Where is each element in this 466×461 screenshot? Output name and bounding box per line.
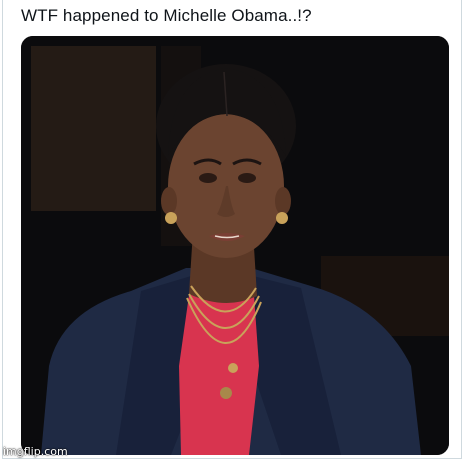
tweet-text: WTF happened to Michelle Obama..!? [21, 6, 312, 25]
eye-left [199, 173, 217, 183]
imgflip-watermark: imgflip.com [3, 445, 68, 458]
ear-left [161, 187, 177, 215]
tweet-photo[interactable] [21, 36, 449, 455]
portrait-illustration [21, 36, 449, 455]
earring-right [276, 212, 288, 224]
eye-right [238, 173, 256, 183]
ear-right [275, 187, 291, 215]
pendant-1 [228, 363, 238, 373]
pendant-2 [220, 387, 232, 399]
tweet-card: WTF happened to Michelle Obama..!? [2, 0, 462, 459]
background-panel [31, 46, 156, 211]
earring-left [165, 212, 177, 224]
